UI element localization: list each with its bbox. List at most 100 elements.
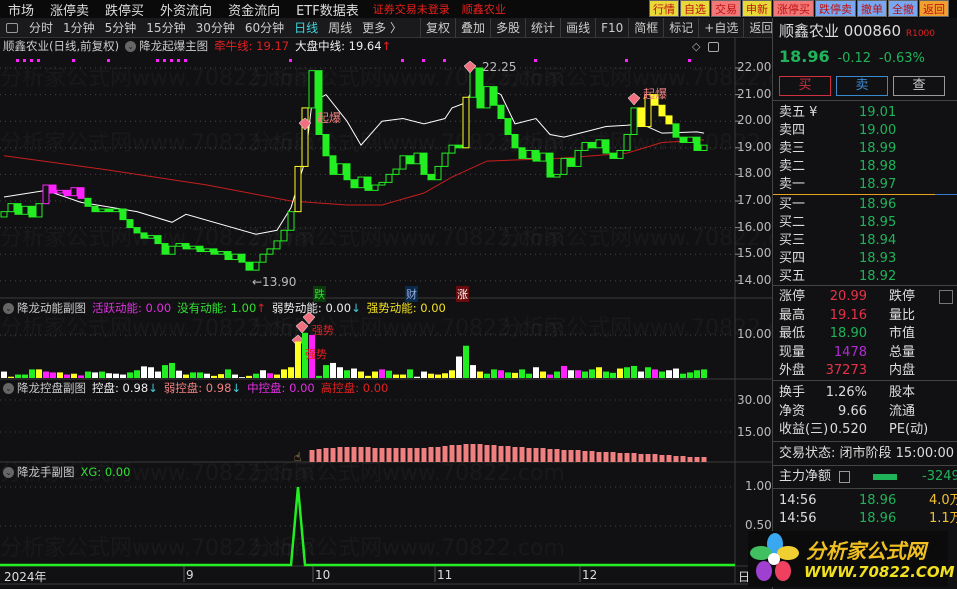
control-bar — [659, 455, 665, 462]
candle — [154, 235, 162, 245]
signal-dot — [37, 59, 40, 62]
volume-bar — [610, 372, 616, 378]
candle — [133, 227, 141, 234]
bid-row[interactable]: 买一 18.96 — [779, 196, 957, 214]
volume-indicator-name[interactable]: 降龙动能副图 — [17, 300, 86, 316]
bid-row[interactable]: 买五 18.92 — [779, 268, 957, 286]
bid-price: 18.94 — [859, 233, 897, 248]
volume-bar — [673, 368, 679, 378]
query-button[interactable]: 查 — [893, 76, 945, 96]
control-bar — [687, 457, 693, 462]
stat-label: 涨停 — [779, 289, 806, 304]
volume-bar — [169, 362, 175, 378]
stat-label-2: 量比 — [889, 307, 916, 323]
strong-energy: 强势动能: 0.00 — [366, 301, 446, 315]
panel-layout-icon[interactable] — [708, 42, 719, 52]
volume-bar — [421, 371, 427, 378]
candle — [616, 149, 624, 159]
logo-name: 分析家公式网 — [806, 539, 926, 563]
tick-volume: 4.0万 — [929, 493, 957, 508]
volume-bar — [127, 372, 133, 378]
volume-bar — [498, 370, 504, 378]
control-bar — [456, 445, 462, 462]
bid-row[interactable]: 买三 18.94 — [779, 232, 957, 250]
ask-row[interactable]: 卖二 18.98 — [779, 158, 957, 176]
control-bar — [463, 444, 469, 462]
diamond-icon[interactable]: ◇ — [692, 40, 700, 53]
chevron-down-icon[interactable]: ⌄ — [3, 382, 14, 394]
control-bar — [610, 452, 616, 462]
buy-button[interactable]: 买 — [779, 76, 831, 96]
ask-row[interactable]: 卖四 19.00 — [779, 122, 957, 140]
volume-bar — [701, 369, 707, 378]
candle — [504, 118, 512, 136]
candle — [161, 243, 169, 255]
volume-bar — [330, 362, 336, 378]
candle — [329, 155, 337, 175]
xg-value: XG: 0.00 — [80, 465, 131, 479]
volume-bar — [491, 369, 497, 378]
candle — [483, 86, 491, 109]
main-flow-label: 主力净额 — [779, 469, 832, 484]
stat-label-2: 总量 — [889, 344, 916, 360]
volume-bar — [365, 375, 371, 378]
event-marker-zhang: 涨 — [456, 286, 469, 302]
bid-row[interactable]: 买二 18.95 — [779, 214, 957, 232]
main-title: 顺鑫农业(日线,前复权) — [3, 39, 120, 53]
chevron-down-icon[interactable]: ⌄ — [3, 302, 14, 314]
main-indicator-name[interactable]: 降龙起爆主图 — [139, 38, 208, 54]
candle — [560, 157, 568, 175]
sell-button[interactable]: 卖 — [836, 76, 888, 96]
stat-row: 换手 1.26% 股本 — [779, 384, 957, 402]
quick-button[interactable]: 撤单 — [857, 0, 887, 17]
time-axis-label: 2024年 — [4, 570, 47, 584]
ask-row[interactable]: 卖一 18.97 — [779, 176, 957, 194]
candle — [105, 208, 113, 213]
quote-header: 顺鑫农业 000860 R1000 — [779, 20, 935, 41]
bid-label: 买三 — [779, 233, 806, 248]
chevron-down-icon[interactable]: ⌄ — [125, 40, 137, 52]
control-bar — [694, 457, 700, 462]
signal-dot — [443, 59, 446, 62]
volume-bar — [666, 370, 672, 378]
candle — [462, 96, 470, 149]
control-panel-header: ⌄ 降龙控盘副图 控盘: 0.98 ↓ 弱控盘: 0.98 ↓ 中控盘: 0.0… — [3, 380, 388, 396]
bid-row[interactable]: 买四 18.93 — [779, 250, 957, 268]
candle — [231, 253, 239, 261]
chevron-down-icon[interactable]: ⌄ — [3, 466, 14, 478]
bid-price: 18.96 — [859, 197, 897, 212]
volume-bar — [344, 370, 350, 378]
volume-panel-header: ⌄ 降龙动能副图 活跃动能: 0.00 没有动能: 1.00 ↑ 弱势动能: 0… — [3, 300, 446, 316]
quick-button[interactable]: 全撤 — [888, 0, 918, 17]
candle — [574, 149, 582, 167]
candle — [637, 107, 645, 128]
candle — [238, 253, 246, 263]
list-icon[interactable] — [839, 471, 850, 483]
control-bar — [624, 453, 630, 462]
volume-bar — [428, 373, 434, 378]
stat-value: 37273 — [825, 363, 867, 378]
hand-indicator-name[interactable]: 降龙手副图 — [17, 464, 75, 480]
bid-price: 18.95 — [859, 215, 897, 230]
tick-price: 18.96 — [859, 511, 897, 526]
quick-button[interactable]: 跌停卖 — [815, 0, 856, 17]
quick-button[interactable]: 返回 — [919, 0, 949, 17]
ask-row[interactable]: 卖五 ¥ 19.01 — [779, 104, 957, 122]
ask-row[interactable]: 卖三 18.99 — [779, 140, 957, 158]
candle — [448, 144, 456, 154]
bid-ask-divider-blue — [935, 194, 957, 195]
down-arrow-icon: ↓ — [231, 381, 242, 395]
price-tick-label: 21.00 — [737, 86, 772, 101]
control-indicator-name[interactable]: 降龙控盘副图 — [17, 380, 86, 396]
quick-button[interactable]: 涨停买 — [773, 0, 814, 17]
volume-bar — [379, 369, 385, 378]
volume-bar — [281, 369, 287, 378]
stat-label-2: 流通 — [889, 403, 916, 419]
dapan-line-value: 大盘中线: 19.64 — [295, 39, 382, 53]
tick-row: 14:56 18.96 1.1万 — [779, 510, 957, 528]
control-bar — [323, 448, 329, 462]
volume-bar — [400, 374, 406, 378]
control-bar — [470, 444, 476, 462]
volume-bar — [351, 368, 357, 378]
down-arrow-icon: ↓ — [148, 381, 158, 395]
